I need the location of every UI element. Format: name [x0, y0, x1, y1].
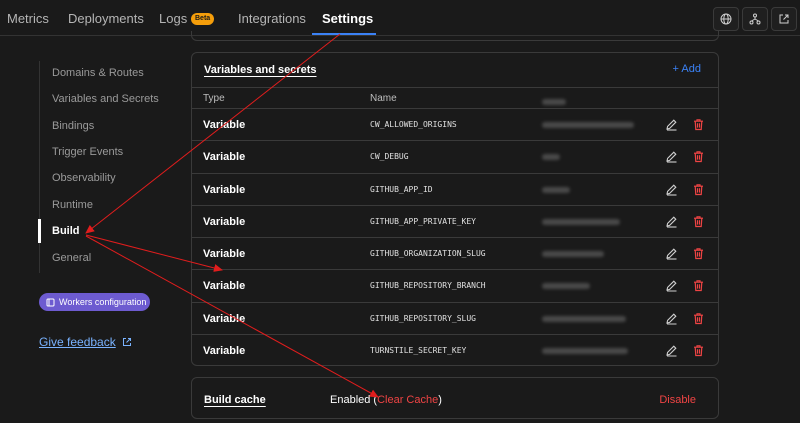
edit-icon[interactable] — [665, 312, 678, 325]
variable-name: CW_ALLOWED_ORIGINS — [370, 120, 457, 129]
sidebar-item-general[interactable]: General — [52, 252, 91, 264]
workers-configuration-label: Workers configuration — [59, 297, 147, 307]
variables-secrets-card: Variables and secrets + Add Type Name Va… — [191, 52, 719, 366]
variable-value-redacted — [538, 270, 648, 301]
tab-metrics[interactable]: Metrics — [7, 11, 49, 26]
tab-logs[interactable]: Logs — [159, 11, 187, 26]
branch-button[interactable] — [742, 7, 768, 31]
variable-type: Variable — [203, 345, 246, 358]
variable-type: Variable — [203, 248, 246, 261]
table-row: Variable CW_ALLOWED_ORIGINS — [192, 109, 718, 142]
variable-name: GITHUB_REPOSITORY_SLUG — [370, 313, 476, 323]
variable-value-redacted — [538, 206, 648, 237]
variable-type: Variable — [203, 119, 246, 131]
disable-build-cache-button[interactable]: Disable — [659, 394, 696, 406]
edit-icon[interactable] — [665, 118, 678, 131]
variable-name: CW_DEBUG — [370, 152, 409, 162]
variable-type: Variable — [203, 151, 246, 164]
column-header-name: Name — [370, 93, 397, 104]
table-row: Variable GITHUB_REPOSITORY_SLUG — [192, 303, 718, 336]
table-row: Variable GITHUB_REPOSITORY_BRANCH — [192, 270, 718, 303]
previous-section-card — [191, 31, 719, 41]
globe-icon — [720, 13, 732, 25]
variable-value-redacted — [538, 335, 648, 365]
table-row: Variable GITHUB_APP_ID — [192, 174, 718, 206]
table-header: Type Name — [192, 87, 718, 109]
build-cache-status: Enabled (Clear Cache) — [330, 394, 442, 406]
variable-value-redacted — [538, 303, 648, 334]
variable-value-redacted — [538, 238, 648, 269]
sidebar-item-runtime[interactable]: Runtime — [52, 199, 93, 211]
variable-name: GITHUB_REPOSITORY_BRANCH — [370, 281, 486, 291]
workers-configuration-button[interactable]: Workers configuration — [39, 293, 150, 311]
build-cache-label: Build cache — [204, 394, 266, 406]
table-row: Variable GITHUB_ORGANIZATION_SLUG — [192, 238, 718, 271]
column-header-type: Type — [203, 93, 225, 104]
trash-icon[interactable] — [692, 344, 705, 357]
tab-deployments[interactable]: Deployments — [68, 11, 144, 26]
edit-icon[interactable] — [665, 279, 678, 293]
branch-icon — [749, 13, 761, 25]
document-icon — [46, 298, 55, 306]
sidebar-item-observability[interactable]: Observability — [52, 172, 116, 184]
tab-integrations[interactable]: Integrations — [238, 11, 306, 26]
sidebar-item-build[interactable]: Build — [52, 225, 80, 237]
sidebar-active-indicator — [38, 219, 41, 243]
trash-icon[interactable] — [692, 150, 705, 163]
beta-badge: Beta — [191, 13, 215, 25]
variable-value-redacted — [538, 109, 648, 140]
external-link-button[interactable] — [771, 7, 797, 31]
column-header-value-redacted — [538, 86, 648, 106]
sidebar-item-trigger-events[interactable]: Trigger Events — [52, 146, 123, 158]
trash-icon[interactable] — [692, 247, 705, 260]
variables-secrets-title: Variables and secrets — [204, 64, 317, 76]
table-row: Variable CW_DEBUG — [192, 141, 718, 174]
variable-type: Variable — [203, 280, 246, 293]
edit-icon[interactable] — [665, 247, 678, 260]
build-cache-card: Build cache Enabled (Clear Cache) Disabl… — [191, 377, 719, 419]
trash-icon[interactable] — [692, 312, 705, 325]
give-feedback-link[interactable]: Give feedback — [39, 335, 132, 349]
clear-cache-link[interactable]: Clear Cache — [377, 394, 438, 406]
edit-icon[interactable] — [665, 183, 678, 196]
variable-name: GITHUB_ORGANIZATION_SLUG — [370, 249, 486, 259]
variables-table-body: Variable CW_ALLOWED_ORIGINS Variable CW_DEB… — [192, 109, 718, 365]
variable-name: GITHUB_APP_ID — [370, 184, 433, 194]
table-row: Variable GITHUB_APP_PRIVATE_KEY — [192, 206, 718, 239]
add-variable-button[interactable]: + Add — [673, 63, 701, 75]
trash-icon[interactable] — [692, 183, 705, 196]
sidebar-item-bindings[interactable]: Bindings — [52, 120, 94, 132]
sidebar-item-variables-secrets[interactable]: Variables and Secrets — [52, 93, 159, 105]
give-feedback-label: Give feedback — [39, 335, 116, 349]
tab-settings[interactable]: Settings — [322, 11, 373, 26]
edit-icon[interactable] — [665, 344, 678, 357]
external-link-icon — [122, 338, 131, 346]
table-row: Variable TURNSTILE_SECRET_KEY — [192, 335, 718, 365]
edit-icon[interactable] — [665, 150, 678, 163]
variable-type: Variable — [203, 215, 246, 228]
trash-icon[interactable] — [692, 215, 705, 228]
variable-value-redacted — [538, 174, 648, 205]
variable-type: Variable — [203, 183, 246, 196]
trash-icon[interactable] — [692, 279, 705, 292]
external-link-icon — [779, 14, 789, 24]
edit-icon[interactable] — [665, 215, 678, 228]
variable-name: GITHUB_APP_PRIVATE_KEY — [370, 216, 476, 226]
globe-button[interactable] — [713, 7, 739, 31]
variable-name: TURNSTILE_SECRET_KEY — [370, 346, 467, 356]
variable-value-redacted — [538, 141, 648, 172]
trash-icon[interactable] — [692, 118, 705, 131]
sidebar-item-domains-routes[interactable]: Domains & Routes — [52, 67, 144, 79]
variable-type: Variable — [203, 312, 246, 325]
